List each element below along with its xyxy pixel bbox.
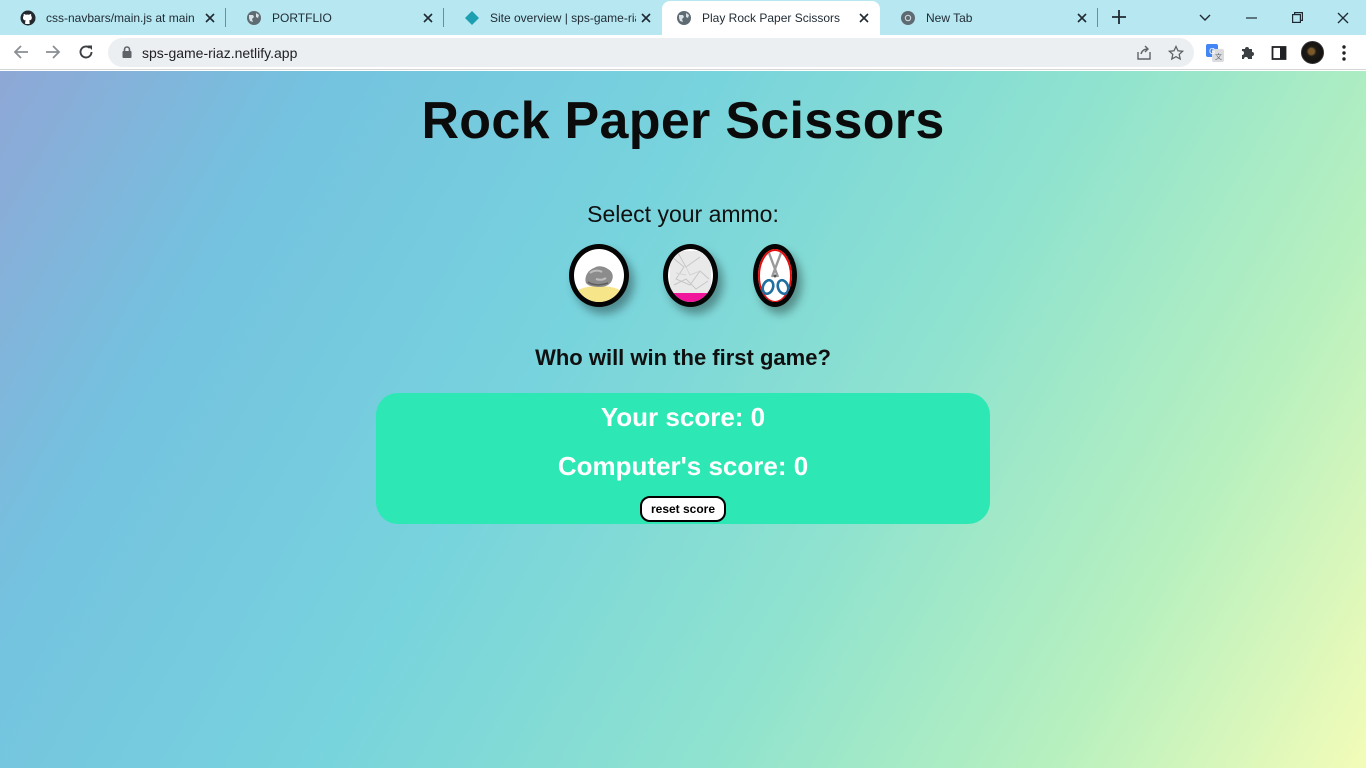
tab-divider: [1097, 8, 1098, 27]
chrome-icon: [901, 10, 915, 25]
forward-button[interactable]: [41, 40, 65, 64]
tab-title: Play Rock Paper Scissors: [702, 11, 841, 25]
scissors-icon: [758, 249, 792, 302]
tab-title: PORTFLIO: [272, 10, 332, 25]
minimize-button[interactable]: [1228, 0, 1274, 35]
svg-text:文: 文: [1215, 52, 1222, 61]
menu-button[interactable]: [1333, 42, 1355, 64]
restore-icon: [1291, 12, 1303, 23]
star-icon: [1168, 45, 1184, 61]
round-status-text: Who will win the first game?: [535, 345, 831, 370]
rock-button[interactable]: [569, 244, 629, 307]
your-score: Your score: 0: [600, 402, 766, 432]
lock-icon[interactable]: [120, 45, 134, 59]
reload-button[interactable]: [74, 40, 98, 64]
reset-score-button[interactable]: reset score: [640, 496, 726, 522]
tab-title: New Tab: [926, 10, 973, 25]
browser-tab-strip: css-navbars/main.js at main PORTFLIO Sit…: [0, 0, 1366, 35]
close-icon[interactable]: [636, 8, 656, 28]
tab-netlify[interactable]: Site overview | sps-game-riaz: [444, 0, 662, 35]
extensions-button[interactable]: [1237, 42, 1259, 64]
tab-play-rps[interactable]: Play Rock Paper Scissors: [662, 1, 880, 35]
back-button[interactable]: [9, 40, 33, 64]
globe-icon: [247, 10, 261, 25]
netlify-icon: [465, 10, 479, 25]
address-bar[interactable]: sps-game-riaz.netlify.app: [108, 38, 1194, 67]
close-icon[interactable]: [854, 8, 874, 28]
close-icon[interactable]: [1072, 8, 1092, 28]
rock-icon: [574, 266, 624, 302]
page-title: Rock Paper Scissors: [421, 92, 945, 150]
translate-icon: G文: [1206, 44, 1224, 62]
arrow-right-icon: [46, 45, 61, 59]
scoreboard: Your score: 0 Computer's score: 0 reset …: [376, 393, 990, 524]
scissors-button[interactable]: [753, 244, 797, 307]
paper-icon: [668, 251, 713, 302]
google-translate-extension[interactable]: G文: [1204, 42, 1226, 64]
tab-title: Site overview | sps-game-riaz: [490, 10, 636, 25]
share-button[interactable]: [1134, 43, 1154, 63]
page-viewport: Rock Paper Scissors Select your ammo: Wh…: [0, 71, 1366, 768]
tab-search-button[interactable]: [1182, 0, 1228, 35]
restore-button[interactable]: [1274, 0, 1320, 35]
side-panel-icon: [1271, 46, 1287, 60]
tab-new-tab[interactable]: New Tab: [880, 0, 1098, 35]
side-panel-button[interactable]: [1268, 42, 1290, 64]
close-icon[interactable]: [200, 8, 220, 28]
globe-icon: [677, 11, 691, 25]
profile-avatar[interactable]: [1301, 41, 1324, 64]
puzzle-icon: [1242, 47, 1254, 59]
arrow-left-icon: [13, 45, 28, 59]
chevron-down-icon: [1199, 14, 1211, 21]
reload-icon: [79, 45, 93, 59]
tab-title: css-navbars/main.js at main: [46, 10, 195, 25]
url-text: sps-game-riaz.netlify.app: [142, 45, 298, 61]
close-icon[interactable]: [418, 8, 438, 28]
select-ammo-label: Select your ammo:: [587, 201, 779, 227]
browser-toolbar: sps-game-riaz.netlify.app G文: [0, 35, 1366, 70]
github-icon: [20, 10, 36, 25]
paper-button[interactable]: [663, 244, 718, 307]
bookmark-button[interactable]: [1166, 43, 1186, 63]
minimize-icon: [1245, 16, 1257, 19]
tab-github[interactable]: css-navbars/main.js at main: [0, 0, 226, 35]
more-vert-icon: [1342, 45, 1346, 61]
share-icon: [1137, 45, 1151, 60]
close-window-button[interactable]: [1320, 0, 1366, 35]
close-icon: [1337, 12, 1349, 23]
tab-portfolio[interactable]: PORTFLIO: [226, 0, 444, 35]
plus-icon: [1112, 10, 1126, 24]
new-tab-button[interactable]: [1108, 6, 1130, 28]
computer-score: Computer's score: 0: [557, 451, 809, 481]
